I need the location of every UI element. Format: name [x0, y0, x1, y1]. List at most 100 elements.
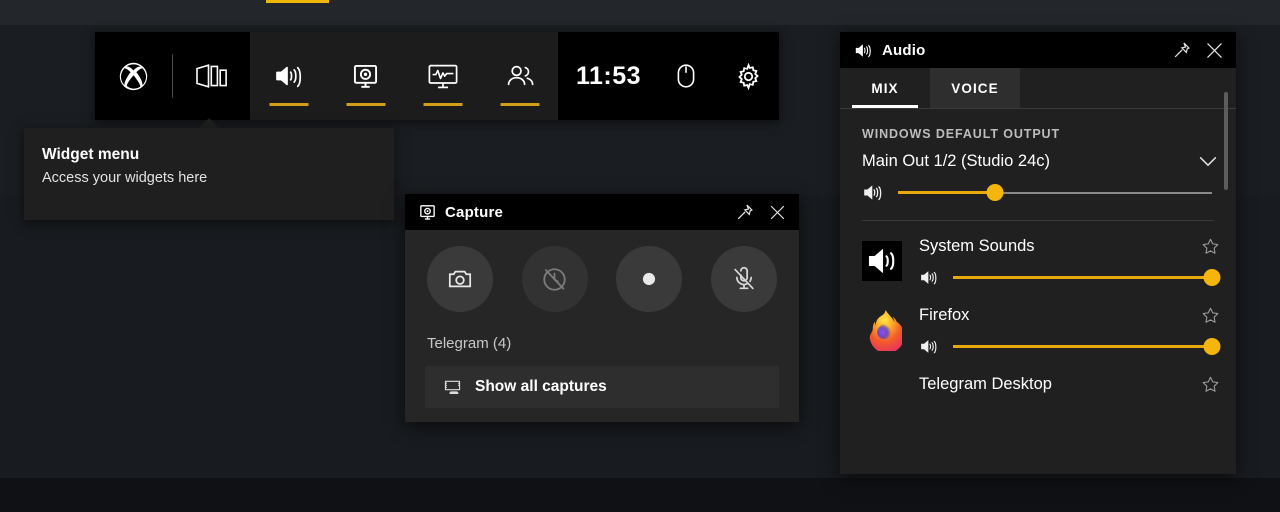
audio-app-row-firefox: Firefox: [840, 296, 1236, 365]
xbox-button[interactable]: [95, 32, 172, 120]
telegram-icon: [862, 379, 902, 419]
system-sounds-glyph: [862, 241, 902, 281]
master-volume-slider[interactable]: [898, 184, 1212, 202]
star-outline-icon[interactable]: [1201, 306, 1220, 325]
start-recording-button[interactable]: [616, 246, 683, 312]
tab-voice[interactable]: VOICE: [930, 68, 1020, 108]
audio-app-slider-row: [919, 268, 1221, 286]
slider-thumb[interactable]: [1203, 337, 1221, 355]
capture-widget: Capture Telegram (4) Show all captures: [405, 194, 799, 422]
toolbar-item-social-indicator: [500, 103, 539, 106]
performance-monitor-icon: [428, 64, 457, 88]
settings-button[interactable]: [717, 32, 779, 120]
capture-icon: [353, 64, 378, 88]
mouse-icon: [677, 64, 695, 88]
default-output-device-row[interactable]: Main Out 1/2 (Studio 24c): [840, 141, 1236, 173]
close-icon: [1206, 42, 1222, 58]
toolbar-widgets-section: [250, 32, 558, 120]
audio-list-scrollbar-thumb[interactable]: [1224, 92, 1228, 190]
background-active-tab-indicator: [266, 0, 329, 3]
toolbar-system-section: 11:53: [558, 32, 780, 120]
gallery-icon: [444, 380, 461, 394]
capture-close-button[interactable]: [761, 197, 793, 227]
audio-app-main: System Sounds: [919, 237, 1221, 286]
toolbar-home-section: [95, 32, 250, 120]
audio-title: Audio: [882, 41, 926, 59]
people-icon: [507, 65, 533, 86]
toolbar-item-audio-indicator: [269, 103, 308, 106]
toolbar-item-capture[interactable]: [327, 32, 404, 120]
slider-fill: [953, 275, 1212, 279]
mouse-toggle-button[interactable]: [655, 32, 717, 120]
widget-menu-button[interactable]: [173, 32, 250, 120]
audio-body: MIX VOICE WINDOWS DEFAULT OUTPUT Main Ou…: [840, 68, 1236, 474]
audio-app-head: System Sounds: [919, 237, 1220, 256]
clock: 11:53: [576, 61, 642, 90]
gear-icon: [737, 62, 759, 90]
toolbar-item-performance-indicator: [423, 103, 462, 106]
pin-icon: [1174, 42, 1190, 58]
record-last-clock-slash-icon: [543, 267, 566, 291]
audio-close-button[interactable]: [1198, 35, 1230, 65]
background-window-topbar: [0, 0, 1280, 25]
tab-mix[interactable]: MIX: [840, 68, 930, 108]
audio-widget: Audio MIX VOICE WINDOWS DEFAULT OUTPUT M…: [840, 32, 1236, 474]
chevron-down-icon[interactable]: [1196, 149, 1220, 173]
background-window-bottombar: [0, 478, 1280, 512]
audio-app-main: Telegram Desktop: [919, 375, 1220, 419]
audio-app-head: Firefox: [919, 306, 1220, 325]
tab-voice-label: VOICE: [951, 80, 999, 96]
tab-mix-label: MIX: [871, 80, 899, 96]
toolbar-item-audio[interactable]: [250, 32, 327, 120]
audio-separator: [862, 220, 1214, 221]
toggle-microphone-button[interactable]: [710, 246, 777, 312]
system-sounds-icon: [862, 241, 902, 281]
audio-pin-button[interactable]: [1166, 35, 1198, 65]
game-bar-toolbar: 11:53: [95, 32, 780, 120]
audio-tabs: MIX VOICE: [840, 68, 1236, 108]
audio-app-name: System Sounds: [919, 237, 1035, 255]
toolbar-item-capture-indicator: [346, 103, 385, 106]
widget-menu-tooltip: Widget menu Access your widgets here: [24, 128, 394, 220]
audio-app-name: Telegram Desktop: [919, 375, 1052, 393]
slider-thumb[interactable]: [1203, 268, 1221, 286]
xbox-logo-icon: [119, 62, 148, 90]
star-outline-icon[interactable]: [1201, 375, 1220, 394]
master-volume-row: [840, 173, 1236, 202]
capture-icon: [420, 204, 435, 220]
capture-body: Telegram (4) Show all captures: [405, 230, 799, 422]
speaker-icon: [921, 339, 937, 353]
record-last-30-seconds-button[interactable]: [521, 246, 588, 312]
capture-button-row: [425, 246, 779, 312]
capture-source-label: Telegram (4): [427, 335, 512, 352]
audio-app-main: Firefox: [919, 306, 1221, 355]
toolbar-item-social[interactable]: [481, 32, 558, 120]
widget-menu-icon: [195, 64, 227, 88]
capture-pin-button[interactable]: [729, 197, 761, 227]
audio-app-volume-slider[interactable]: [953, 268, 1221, 286]
microphone-muted-icon: [734, 266, 754, 290]
audio-app-row-system-sounds: System Sounds: [840, 227, 1236, 296]
take-screenshot-button[interactable]: [427, 246, 493, 312]
audio-titlebar: Audio: [840, 32, 1236, 68]
capture-title: Capture: [445, 203, 504, 221]
camera-icon: [448, 270, 472, 288]
audio-app-name: Firefox: [919, 306, 970, 324]
toolbar-item-performance[interactable]: [404, 32, 481, 120]
audio-app-row-telegram-desktop: Telegram Desktop: [840, 365, 1236, 429]
tooltip-subtitle: Access your widgets here: [42, 170, 208, 186]
audio-section-label: WINDOWS DEFAULT OUTPUT: [862, 127, 1061, 141]
audio-app-head: Telegram Desktop: [919, 375, 1220, 394]
audio-app-volume-slider[interactable]: [953, 337, 1221, 355]
slider-fill: [953, 344, 1212, 348]
speaker-icon: [275, 66, 301, 88]
star-outline-icon[interactable]: [1201, 237, 1220, 256]
firefox-icon: [862, 310, 902, 351]
show-all-captures-button[interactable]: Show all captures: [425, 366, 779, 408]
slider-fill: [898, 191, 996, 194]
tab-mix-indicator: [852, 105, 918, 108]
speaker-icon: [855, 43, 871, 57]
firefox-glyph: [869, 310, 902, 351]
slider-thumb[interactable]: [986, 184, 1004, 201]
audio-app-list: System Sounds Firefox Telegram Desktop: [840, 227, 1236, 429]
